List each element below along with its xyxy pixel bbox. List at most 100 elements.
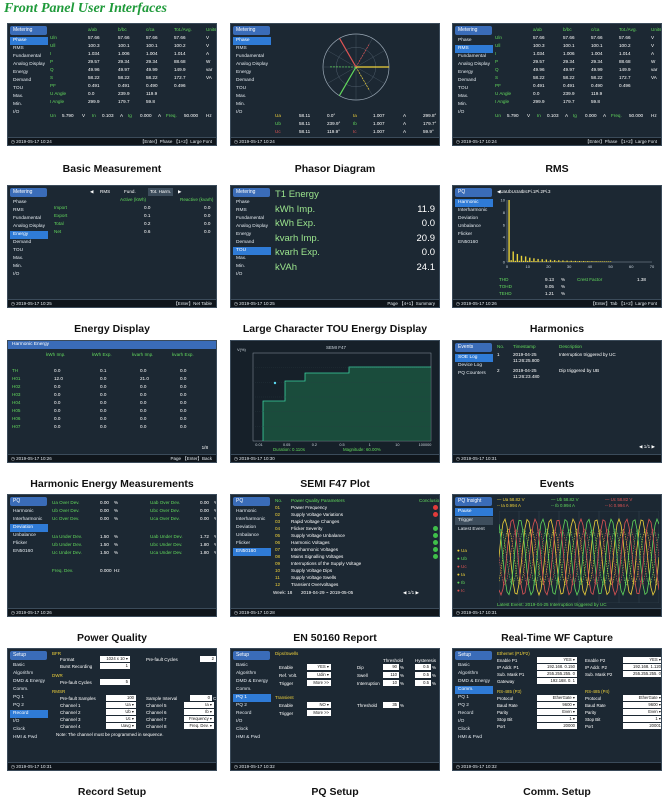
menu-item[interactable]: Algorithm: [10, 670, 48, 678]
wf-menu-button[interactable]: Pause: [455, 508, 493, 516]
menu-item[interactable]: RMS: [10, 45, 48, 53]
menu-item[interactable]: Flicker: [10, 540, 48, 548]
input-field[interactable]: Ib ▾: [184, 709, 214, 715]
menu-item[interactable]: Demand: [233, 77, 271, 85]
input-field[interactable]: EtherGate ▾: [623, 695, 661, 701]
menu-item[interactable]: Phase: [233, 199, 271, 207]
menu-item[interactable]: Phase: [455, 37, 493, 45]
input-field[interactable]: Ua ▾: [106, 702, 136, 708]
input-field[interactable]: 20001: [623, 723, 661, 729]
channel-tab[interactable]: Pi.2: [535, 189, 543, 194]
energy-tab[interactable]: Fund.: [124, 188, 136, 196]
input-field[interactable]: 2: [200, 656, 216, 662]
menu-item[interactable]: Demand: [455, 77, 493, 85]
input-field[interactable]: 255.255.255. 0: [623, 671, 661, 677]
input-field[interactable]: YES ▾: [623, 657, 661, 663]
input-field[interactable]: 110: [383, 672, 399, 678]
menu-item[interactable]: Clock: [10, 726, 48, 734]
channel-toggle[interactable]: ● Uc: [457, 563, 467, 571]
input-field[interactable]: 100: [106, 695, 136, 701]
menu-item[interactable]: RMS: [10, 207, 48, 215]
menu-item[interactable]: Max.: [233, 255, 271, 263]
menu-item[interactable]: Harmonic: [233, 508, 271, 516]
menu-item[interactable]: Max.: [10, 255, 48, 263]
input-field[interactable]: Even ▾: [537, 709, 577, 715]
input-field[interactable]: YES ▾: [307, 664, 331, 670]
input-field[interactable]: 0.5: [415, 672, 431, 678]
menu-item[interactable]: PQ 2: [455, 702, 493, 710]
menu-item[interactable]: Comm.: [10, 686, 48, 694]
menu-item[interactable]: Phase: [10, 199, 48, 207]
menu-item[interactable]: Clock: [455, 726, 493, 734]
menu-item[interactable]: Comm.: [233, 686, 271, 694]
menu-item[interactable]: Record: [233, 710, 271, 718]
menu-item[interactable]: I/O: [233, 718, 271, 726]
menu-item[interactable]: HMI & Pwd: [233, 734, 271, 742]
menu-item[interactable]: TOU: [10, 85, 48, 93]
menu-item[interactable]: Min.: [455, 101, 493, 109]
input-field[interactable]: 192.168. 1.120: [623, 664, 661, 670]
menu-item[interactable]: Comm.: [455, 686, 493, 694]
menu-item[interactable]: Analog Display: [10, 61, 48, 69]
menu-item[interactable]: Basic: [455, 662, 493, 670]
input-field[interactable]: Uc ▾: [106, 716, 136, 722]
menu-item[interactable]: Fundamental: [233, 53, 271, 61]
input-field[interactable]: 90: [383, 664, 399, 670]
menu-item[interactable]: Phase: [233, 37, 271, 45]
energy-tab[interactable]: Tot. Harm.: [148, 188, 174, 196]
menu-item[interactable]: Interharmonic: [10, 516, 48, 524]
input-field[interactable]: 0: [190, 695, 212, 701]
menu-item[interactable]: Deviation: [455, 215, 493, 223]
menu-item[interactable]: DMD & Energy: [455, 678, 493, 686]
more-button[interactable]: More >>: [307, 710, 331, 716]
menu-item[interactable]: Max.: [455, 93, 493, 101]
wf-menu-button[interactable]: Trigger: [455, 517, 493, 525]
menu-item[interactable]: Fundamental: [10, 53, 48, 61]
menu-item[interactable]: PQ 1: [10, 694, 48, 702]
menu-item[interactable]: Unbalance: [10, 532, 48, 540]
menu-item[interactable]: EN50160: [233, 548, 271, 556]
menu-item[interactable]: Energy: [10, 69, 48, 77]
menu-item[interactable]: TOU: [233, 247, 271, 255]
channel-toggle[interactable]: ● Ub: [457, 555, 467, 563]
input-field[interactable]: 0.5: [415, 664, 431, 670]
menu-item[interactable]: RMS: [455, 45, 493, 53]
input-field[interactable]: 35: [383, 702, 399, 708]
menu-item[interactable]: Algorithm: [455, 670, 493, 678]
menu-item[interactable]: EN50160: [10, 548, 48, 556]
menu-item[interactable]: HMI & Pwd: [455, 734, 493, 742]
menu-item[interactable]: Harmonic: [10, 508, 48, 516]
menu-item[interactable]: Demand: [233, 239, 271, 247]
menu-item[interactable]: I/O: [10, 718, 48, 726]
input-field[interactable]: 1024 x 10 ▾: [100, 656, 130, 662]
input-field[interactable]: 10: [383, 680, 399, 686]
menu-item[interactable]: Max.: [233, 93, 271, 101]
input-field[interactable]: Freq. Dev. ▾: [184, 723, 214, 729]
menu-item[interactable]: Fundamental: [10, 215, 48, 223]
menu-item[interactable]: I/O: [10, 109, 48, 117]
input-field[interactable]: 192.168. 0.150: [537, 664, 577, 670]
menu-item[interactable]: Energy: [233, 69, 271, 77]
menu-item[interactable]: PQ 1: [455, 694, 493, 702]
menu-item[interactable]: Analog Display: [233, 61, 271, 69]
menu-item[interactable]: Min.: [10, 101, 48, 109]
menu-item[interactable]: PQ 2: [233, 702, 271, 710]
menu-item[interactable]: Analog Display: [233, 223, 271, 231]
menu-item[interactable]: Record: [10, 710, 48, 718]
input-field[interactable]: 1 ▾: [537, 716, 577, 722]
menu-item[interactable]: Clock: [233, 726, 271, 734]
menu-item[interactable]: Min.: [10, 263, 48, 271]
input-field[interactable]: 9600 ▾: [537, 702, 577, 708]
menu-item[interactable]: Energy: [455, 69, 493, 77]
input-field[interactable]: YES ▾: [537, 657, 577, 663]
input-field[interactable]: 255.255.255. 0: [537, 671, 577, 677]
menu-item[interactable]: TOU: [455, 85, 493, 93]
menu-item[interactable]: Phase: [10, 37, 48, 45]
wf-menu-button[interactable]: Latest Event: [455, 526, 493, 534]
menu-item[interactable]: Flicker: [233, 540, 271, 548]
menu-item[interactable]: I/O: [233, 271, 271, 279]
menu-item[interactable]: Max.: [10, 93, 48, 101]
input-field[interactable]: 9600 ▾: [623, 702, 661, 708]
input-field[interactable]: Ub ▾: [106, 709, 136, 715]
menu-item[interactable]: Energy: [10, 231, 48, 239]
